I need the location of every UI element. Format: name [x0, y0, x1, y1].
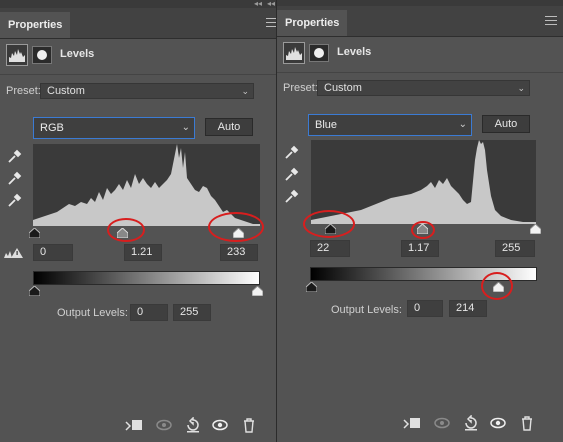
gray-point-eyedropper-icon[interactable]	[284, 166, 300, 182]
panel-footer	[277, 408, 563, 438]
trash-icon[interactable]	[518, 415, 536, 431]
reset-icon[interactable]	[184, 417, 202, 433]
input-white-slider[interactable]	[233, 228, 244, 238]
input-gamma-slider[interactable]	[417, 224, 428, 234]
clip-to-layer-icon[interactable]	[403, 415, 421, 431]
input-gamma-field[interactable]: 1.21	[124, 244, 162, 261]
view-previous-state-icon[interactable]	[433, 415, 451, 431]
output-black-slider[interactable]	[306, 282, 317, 292]
output-gradient	[33, 271, 260, 285]
output-levels-label: Output Levels:	[57, 307, 128, 319]
output-levels-label: Output Levels:	[331, 304, 402, 316]
histogram	[311, 140, 536, 224]
layer-mask-icon[interactable]	[309, 44, 329, 62]
output-white-field[interactable]: 255	[173, 304, 211, 321]
chevron-down-icon: ⌄	[181, 122, 190, 133]
adjustment-title: Levels	[60, 48, 95, 60]
gray-point-eyedropper-icon[interactable]	[7, 170, 23, 186]
panel-menu-icon[interactable]	[545, 16, 557, 26]
levels-histogram-icon[interactable]	[283, 42, 305, 64]
white-point-eyedropper-icon[interactable]	[284, 188, 300, 204]
output-white-field[interactable]: 214	[449, 300, 487, 317]
levels-histogram-icon[interactable]	[6, 44, 28, 66]
channel-value: RGB	[40, 122, 64, 134]
preset-value: Custom	[47, 85, 85, 97]
white-point-eyedropper-icon[interactable]	[7, 192, 23, 208]
input-black-slider[interactable]	[29, 228, 40, 238]
input-black-slider[interactable]	[325, 224, 336, 234]
output-black-slider[interactable]	[29, 286, 40, 296]
preset-select[interactable]: Custom ⌄	[40, 83, 254, 99]
layer-mask-icon[interactable]	[32, 46, 52, 64]
preset-label: Preset:	[283, 82, 318, 94]
properties-panel-right: ◂◂ Properties Levels Preset: Custom ⌄ Bl…	[267, 0, 563, 442]
input-white-slider[interactable]	[530, 224, 541, 234]
output-white-slider[interactable]	[493, 282, 504, 292]
histogram-graph	[311, 140, 536, 224]
chevron-down-icon: ⌄	[517, 83, 525, 93]
panel-footer	[0, 410, 280, 440]
histogram	[33, 144, 260, 226]
trash-icon[interactable]	[240, 417, 258, 433]
output-black-field[interactable]: 0	[407, 300, 443, 317]
preset-value: Custom	[324, 82, 362, 94]
black-point-eyedropper-icon[interactable]	[7, 148, 23, 164]
properties-panel-left: ◂◂ Properties Levels Preset: Custom ⌄ RG…	[0, 0, 280, 442]
divider	[0, 74, 280, 75]
preset-select[interactable]: Custom ⌄	[317, 80, 530, 96]
divider	[277, 72, 563, 73]
panel-top-strip	[0, 0, 280, 8]
clip-to-layer-icon[interactable]	[125, 417, 143, 433]
tab-bar: Properties	[0, 8, 280, 39]
clipping-warning-icon[interactable]	[3, 247, 25, 259]
channel-select[interactable]: RGB ⌄	[33, 117, 195, 139]
chevron-down-icon: ⌄	[241, 86, 249, 96]
visibility-eye-icon[interactable]	[489, 415, 507, 431]
input-gamma-field[interactable]: 1.17	[401, 240, 439, 257]
visibility-eye-icon[interactable]	[211, 417, 229, 433]
output-gradient	[310, 267, 537, 281]
view-previous-state-icon[interactable]	[155, 417, 173, 433]
auto-button[interactable]: Auto	[205, 118, 253, 136]
input-black-field[interactable]: 22	[310, 240, 350, 257]
tab-properties[interactable]: Properties	[277, 10, 348, 36]
input-white-field[interactable]: 233	[220, 244, 258, 261]
input-white-field[interactable]: 255	[495, 240, 535, 257]
histogram-graph	[33, 144, 260, 226]
input-gamma-slider[interactable]	[117, 228, 128, 238]
tab-properties[interactable]: Properties	[0, 12, 71, 38]
tab-bar: Properties	[277, 6, 563, 37]
channel-value: Blue	[315, 119, 338, 131]
black-point-eyedropper-icon[interactable]	[284, 144, 300, 160]
reset-icon[interactable]	[462, 415, 480, 431]
chevron-down-icon: ⌄	[458, 119, 467, 130]
input-black-field[interactable]: 0	[33, 244, 73, 261]
preset-label: Preset:	[6, 85, 41, 97]
output-black-field[interactable]: 0	[130, 304, 168, 321]
collapse-arrows-icon[interactable]: ◂◂	[267, 0, 275, 8]
channel-select[interactable]: Blue ⌄	[308, 114, 472, 136]
output-white-slider[interactable]	[252, 286, 263, 296]
adjustment-title: Levels	[337, 46, 372, 58]
collapse-arrows-icon[interactable]: ◂◂	[254, 0, 262, 8]
auto-button[interactable]: Auto	[482, 115, 530, 133]
